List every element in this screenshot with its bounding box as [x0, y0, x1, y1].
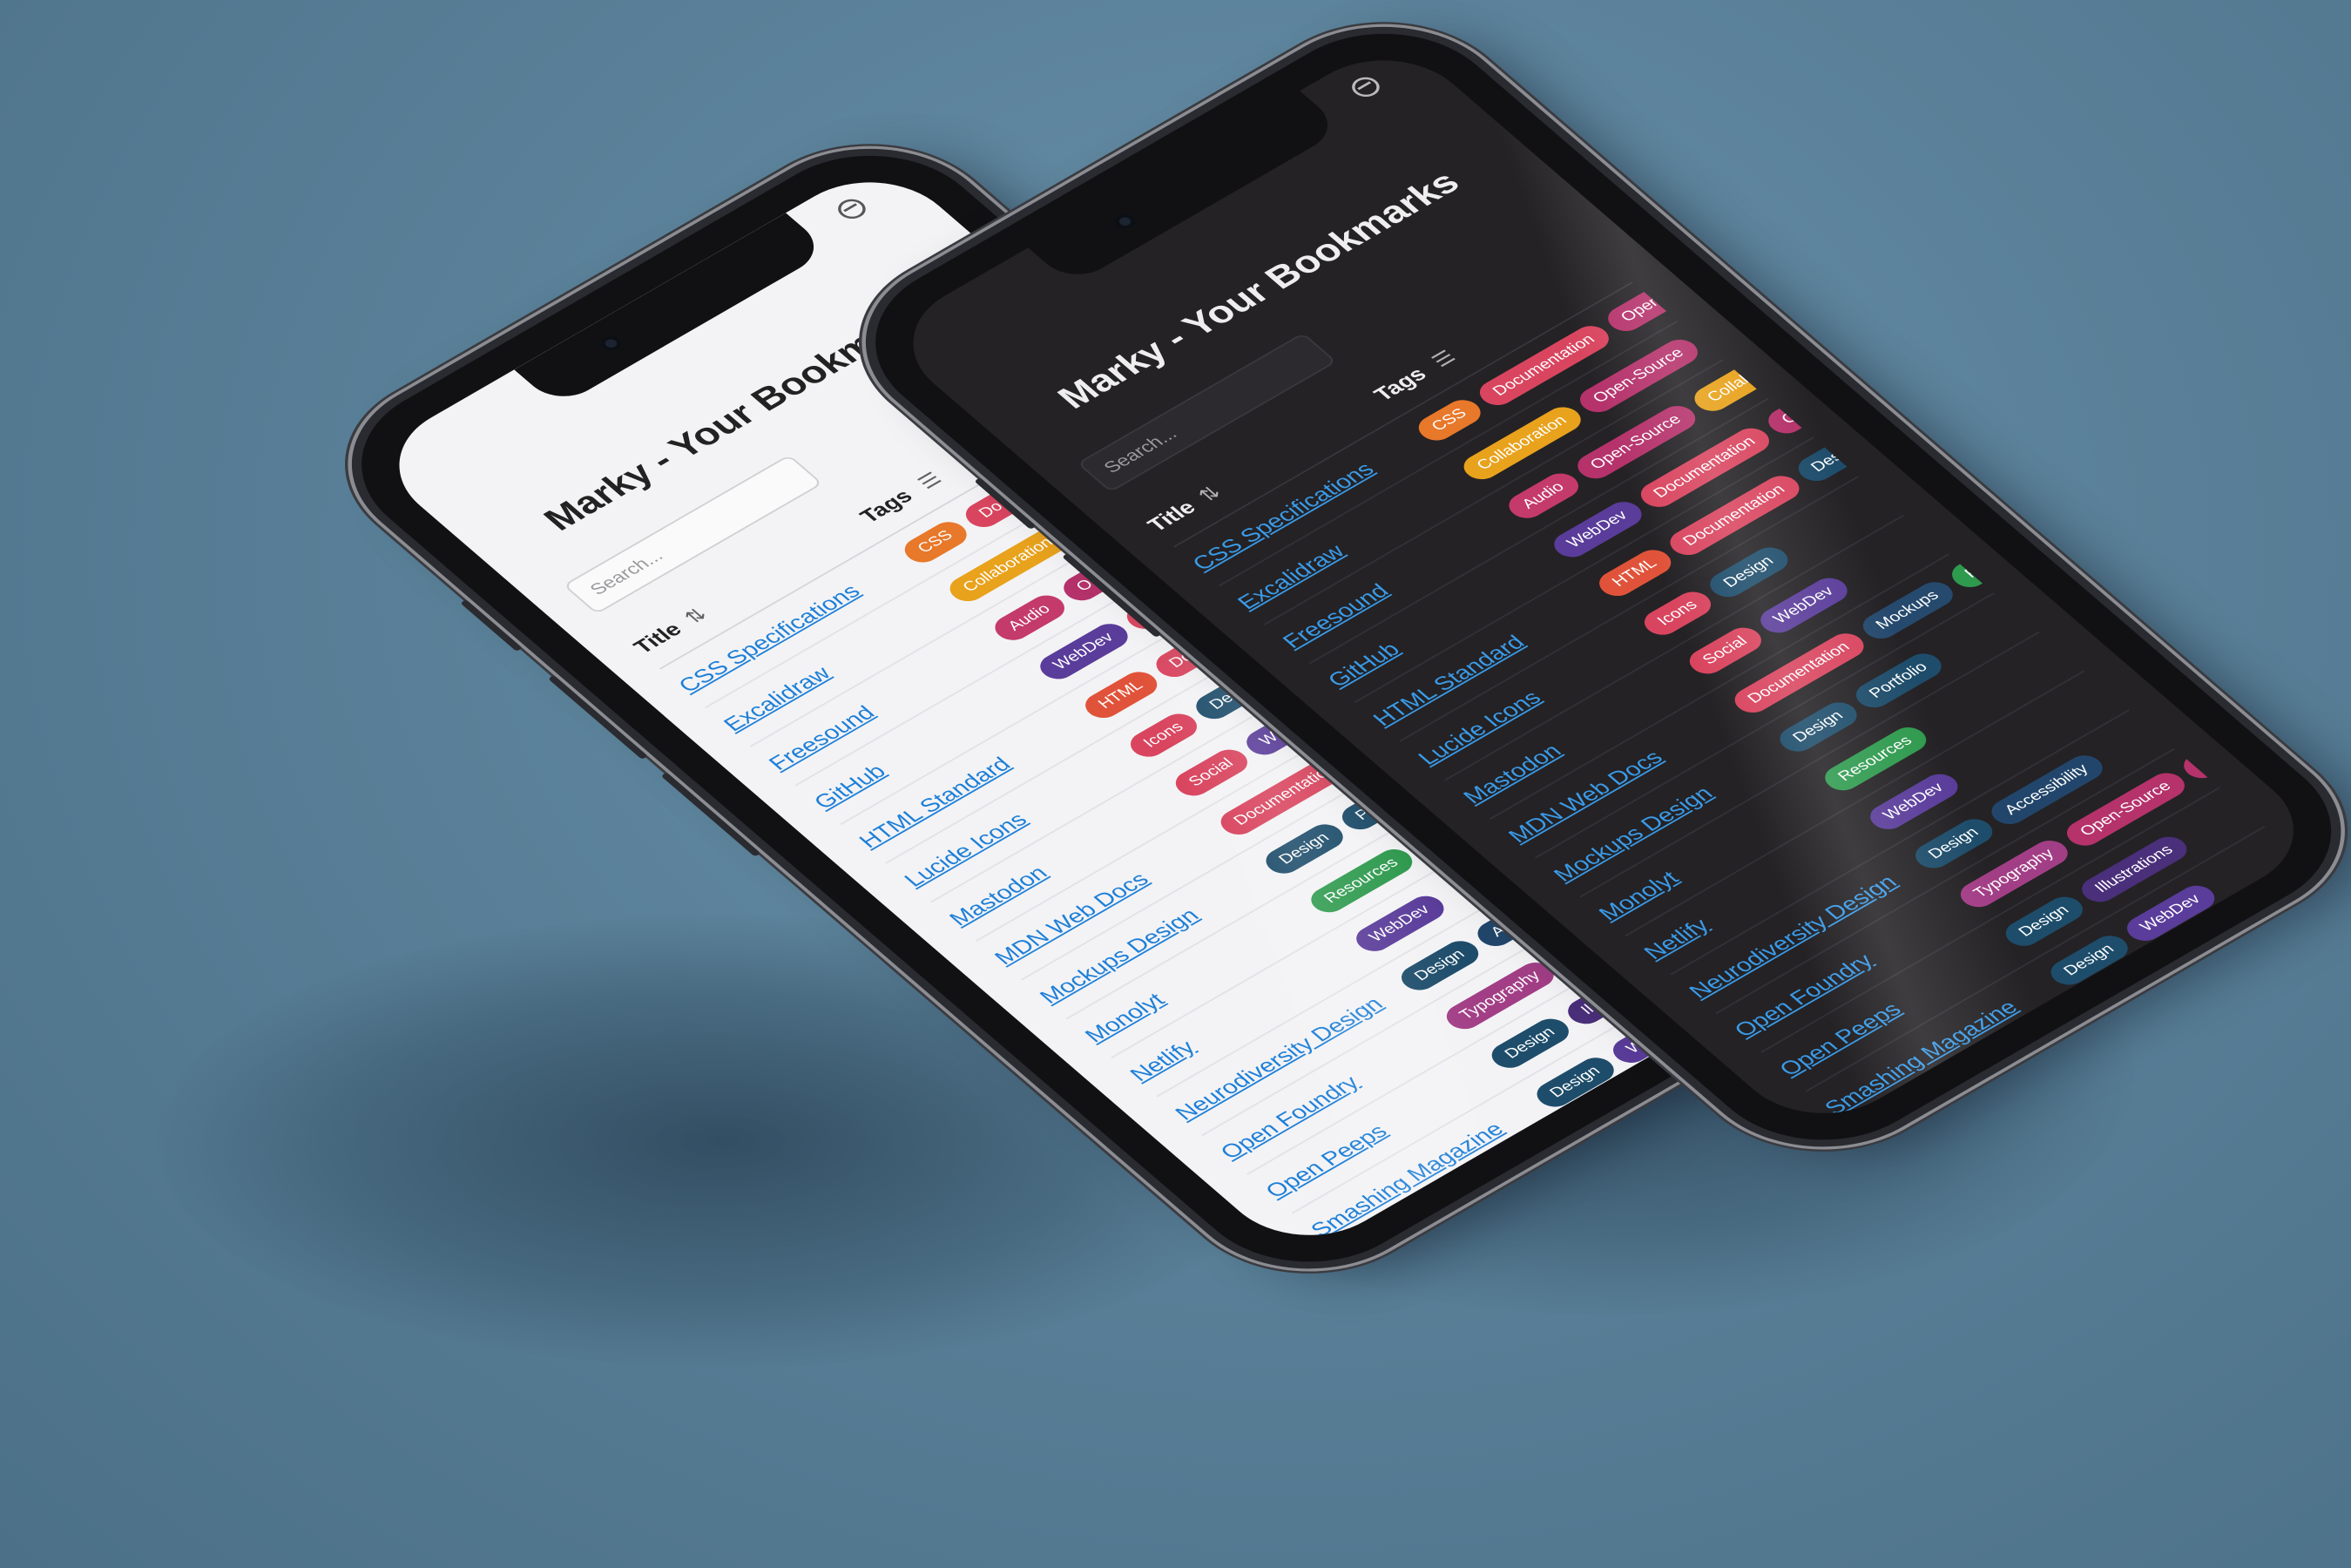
filter-icon[interactable]: ☰	[1427, 346, 1462, 371]
camera-icon	[1110, 210, 1140, 233]
theme-toggle-icon[interactable]	[1346, 73, 1386, 101]
bookmark-link[interactable]: Netlify	[1125, 1036, 1200, 1085]
bookmark-link[interactable]: Netlify	[1638, 914, 1714, 963]
filter-icon[interactable]: ☰	[913, 468, 948, 493]
camera-icon	[596, 332, 626, 355]
column-title-label: Title	[627, 618, 687, 658]
mockup-background: Marky - Your Bookmarks Title ⇅ Tags ☰ CS…	[0, 0, 2351, 1568]
tag-badge[interactable]: Open-Source	[1761, 408, 1802, 439]
sort-az-icon[interactable]: ⇅	[679, 604, 712, 628]
tag-badge[interactable]: Design	[1791, 447, 1848, 487]
sort-az-icon[interactable]: ⇅	[1192, 482, 1226, 506]
tag-badge[interactable]: Open-Source	[1600, 291, 1667, 336]
theme-toggle-icon[interactable]	[832, 195, 872, 223]
column-title-label: Title	[1141, 496, 1201, 536]
side-button	[460, 599, 523, 652]
tag-badge[interactable]: Collaboration	[1686, 369, 1757, 416]
